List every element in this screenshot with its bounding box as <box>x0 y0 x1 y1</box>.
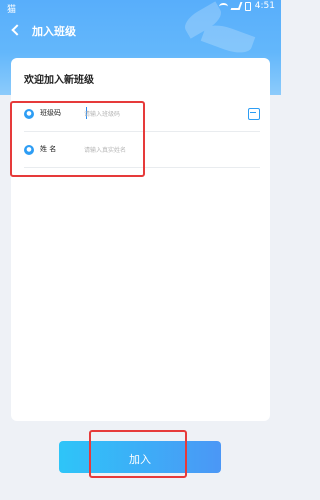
battery-icon <box>244 1 251 11</box>
signal-icon <box>230 2 243 10</box>
user-icon: ● <box>24 145 34 155</box>
status-indicators: 4:51 <box>218 1 275 11</box>
status-left-text: 猫 <box>7 5 17 15</box>
name-input[interactable] <box>84 142 234 158</box>
status-time: 4:51 <box>254 1 275 11</box>
status-bar: 猫 4:51 <box>0 0 281 15</box>
join-button[interactable]: 加入 <box>59 441 221 473</box>
scan-icon[interactable] <box>246 106 260 120</box>
class-code-row: ● 班级码 <box>24 96 260 132</box>
class-code-label: 班级码 <box>40 109 61 117</box>
back-chevron-icon[interactable] <box>8 22 24 38</box>
class-code-icon: ● <box>24 109 34 119</box>
name-row: ● 姓 名 <box>24 132 260 168</box>
class-code-input[interactable] <box>84 106 234 122</box>
join-class-card: 欢迎加入新班级 ● 班级码 ● 姓 名 <box>11 58 270 421</box>
page-title: 加入班级 <box>32 25 76 38</box>
card-title: 欢迎加入新班级 <box>24 75 94 86</box>
wifi-icon <box>218 2 228 10</box>
navigation-bar: 加入班级 <box>0 16 281 46</box>
name-label: 姓 名 <box>40 145 57 153</box>
